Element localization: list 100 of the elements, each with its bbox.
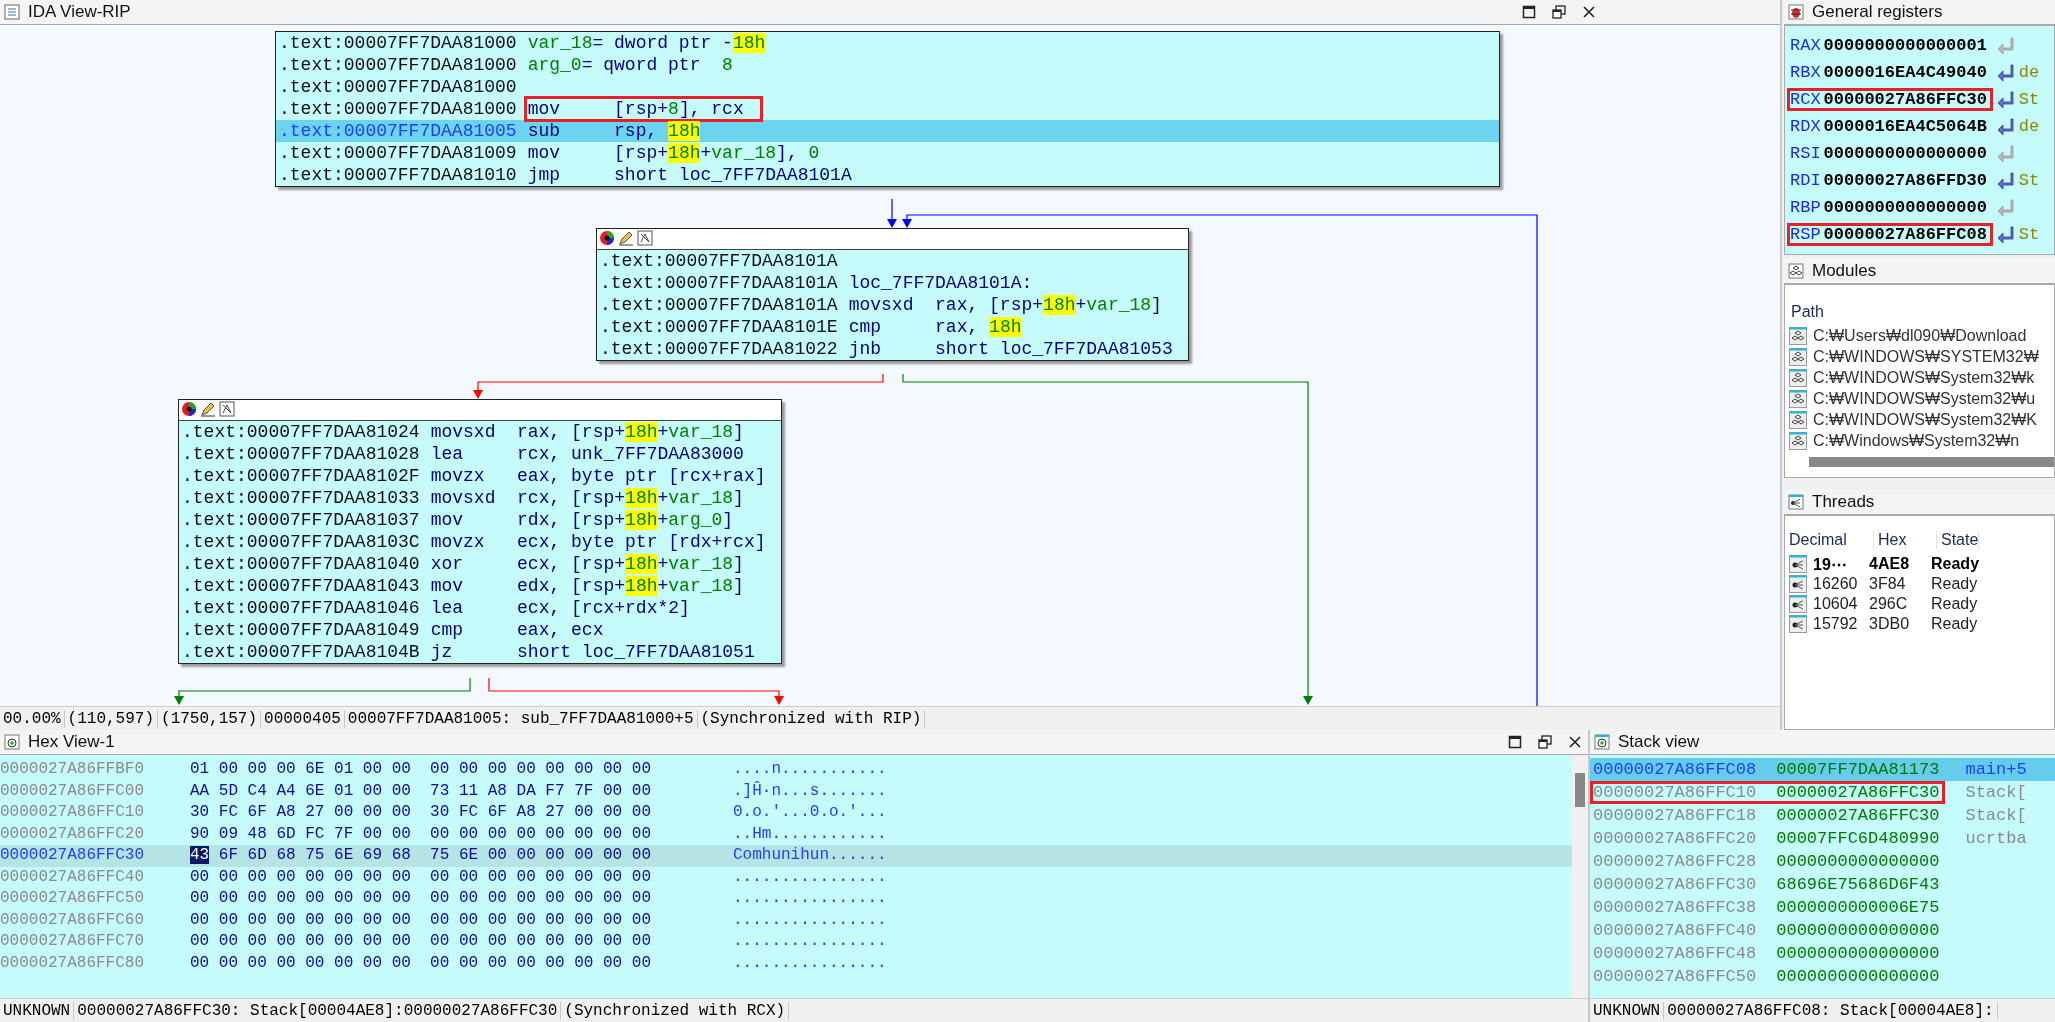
code-line[interactable]: .text:00007FF7DAA81000 mov [rsp+8], rcx: [276, 98, 1499, 120]
thread-id[interactable]: 16260: [1807, 575, 1869, 593]
register-name: RBP: [1790, 198, 1821, 217]
hex-row[interactable]: 0000027A86FFC50 00 00 00 00 00 00 00 00 00 00 00 00 00 00 00 00 ................: [0, 888, 1572, 910]
hex-row[interactable]: 0000027A86FFC20 90 09 48 6D FC 7F 00 00 00 00 00 00 00 00 00 00 ..Hm............: [0, 823, 1572, 845]
instruction: mov [rsp+18h+var_18], 0: [527, 143, 820, 163]
edge-arrow: [887, 198, 897, 228]
hex-row[interactable]: 0000027A86FFBF0 01 00 00 00 6E 01 00 00 00 00 00 00 00 00 00 00 ....n...........: [0, 759, 1572, 781]
stack-row[interactable]: 00000027A86FFC18 00000027A86FFC30 Stack[: [1590, 804, 2055, 827]
stack-address: 00000027A86FFC38: [1593, 898, 1757, 917]
register-value[interactable]: 0000016EA4C5064B: [1823, 117, 1987, 136]
hex-row[interactable]: 0000027A86FFC80 00 00 00 00 00 00 00 00 00 00 00 00 00 00 00 00 ................: [0, 952, 1572, 974]
code-line[interactable]: .text:00007FF7DAA8101E cmp rax, 18h: [597, 316, 1188, 338]
maximize-button[interactable]: [1506, 733, 1524, 751]
stack-address: 00000027A86FFC30: [1593, 875, 1757, 894]
register-value[interactable]: 00000027A86FFD30: [1823, 171, 1987, 190]
code-line[interactable]: .text:00007FF7DAA81043 mov edx, [rsp+18h+var_18]: [179, 575, 781, 597]
code-line[interactable]: .text:00007FF7DAA81028 lea rcx, unk_7FF7DAA83000: [179, 443, 781, 465]
thread-id[interactable]: 15792: [1807, 615, 1869, 633]
color-wheel-icon[interactable]: [599, 230, 615, 246]
stack-row[interactable]: 00000027A86FFC50 0000000000000000: [1590, 965, 2055, 988]
color-wheel-icon[interactable]: [181, 401, 197, 417]
stack-row[interactable]: 00000027A86FFC28 0000000000000000: [1590, 850, 2055, 873]
stack-row[interactable]: 00000027A86FFC08 00007FF7DAA81173 main+5: [1590, 758, 2055, 781]
instruction: lea rcx, unk_7FF7DAA83000: [430, 444, 744, 464]
register-value[interactable]: 0000016EA4C49040: [1823, 63, 1987, 82]
scrollbar[interactable]: [1572, 755, 1588, 998]
code-line[interactable]: .text:00007FF7DAA81049 cmp eax, ecx: [179, 619, 781, 641]
register-value[interactable]: 00000027A86FFC30: [1823, 90, 1987, 109]
return-arrow-icon[interactable]: [1995, 89, 2016, 110]
code-line[interactable]: .text:00007FF7DAA81040 xor ecx, [rsp+18h+var_18]: [179, 553, 781, 575]
code-line[interactable]: .text:00007FF7DAA81000 arg_0= qword ptr 8: [276, 54, 1499, 76]
column-header[interactable]: Decimal: [1785, 531, 1874, 549]
hex-row[interactable]: 0000027A86FFC10 30 FC 6F A8 27 00 00 00 30 FC 6F A8 27 00 00 00 0.o.'...0.o.'...: [0, 802, 1572, 824]
code-line[interactable]: .text:00007FF7DAA81022 jnb short loc_7FF7DAA81053: [597, 338, 1188, 360]
column-header[interactable]: Path: [1785, 285, 2054, 325]
graph-icon[interactable]: [219, 401, 235, 417]
ascii-text: ....n...........: [733, 759, 887, 780]
maximize-button[interactable]: [1520, 3, 1538, 21]
column-header[interactable]: State: [1937, 531, 1980, 549]
hex-row[interactable]: 0000027A86FFC30 43 6F 6D 68 75 6E 69 68 75 6E 00 00 00 00 00 00 Comhunihun......: [0, 845, 1572, 867]
hex-address: 0000027A86FFC20: [0, 823, 146, 845]
cubes-icon: [1788, 263, 1804, 279]
code-line[interactable]: .text:00007FF7DAA81037 mov rdx, [rsp+18h+arg_0]: [179, 509, 781, 531]
column-header[interactable]: Hex: [1874, 531, 1937, 549]
module-path[interactable]: C:₩Users₩dl090₩Download: [1813, 326, 2027, 345]
thread-id[interactable]: 10604: [1807, 595, 1869, 613]
module-path[interactable]: C:₩Windows₩System32₩n: [1813, 431, 2020, 450]
code-line[interactable]: .text:00007FF7DAA81033 movsxd rcx, [rsp+18h+var_18]: [179, 487, 781, 509]
stack-row[interactable]: 00000027A86FFC30 68696E75686D6F43: [1590, 873, 2055, 896]
return-arrow-icon[interactable]: [1995, 224, 2016, 245]
stack-address: 00000027A86FFC40: [1593, 921, 1757, 940]
hex-row[interactable]: 0000027A86FFC70 00 00 00 00 00 00 00 00 00 00 00 00 00 00 00 00 ................: [0, 931, 1572, 953]
code-line[interactable]: .text:00007FF7DAA8103C movzx ecx, byte ptr [rdx+rcx]: [179, 531, 781, 553]
code-line[interactable]: .text:00007FF7DAA81010 jmp short loc_7FF7DAA8101A: [276, 164, 1499, 186]
register-value[interactable]: 0000000000000000: [1823, 198, 1987, 217]
thread-id[interactable]: 19⋯: [1807, 554, 1869, 574]
hex-row[interactable]: 0000027A86FFC60 00 00 00 00 00 00 00 00 00 00 00 00 00 00 00 00 ................: [0, 909, 1572, 931]
code-line[interactable]: .text:00007FF7DAA81046 lea ecx, [rcx+rdx*2]: [179, 597, 781, 619]
stack-row[interactable]: 00000027A86FFC10 00000027A86FFC30 Stack[: [1590, 781, 2055, 804]
hex-row[interactable]: 0000027A86FFC40 00 00 00 00 00 00 00 00 00 00 00 00 00 00 00 00 ................: [0, 866, 1572, 888]
instruction: jnb short loc_7FF7DAA81053: [848, 339, 1173, 359]
stack-row[interactable]: 00000027A86FFC40 0000000000000000: [1590, 919, 2055, 942]
stack-row[interactable]: 00000027A86FFC38 0000000000006E75: [1590, 896, 2055, 919]
ascii-text: ................: [733, 931, 887, 952]
stack-row[interactable]: 00000027A86FFC20 00007FFC6D480990 ucrtba: [1590, 827, 2055, 850]
return-arrow-icon[interactable]: [1995, 62, 2016, 83]
restore-button[interactable]: [1550, 3, 1568, 21]
line-address: .text:00007FF7DAA8101A: [600, 250, 838, 272]
pencil-icon[interactable]: [200, 401, 216, 417]
graph-icon[interactable]: [637, 230, 653, 246]
scrollbar[interactable]: [1809, 457, 2054, 467]
code-line[interactable]: .text:00007FF7DAA81024 movsxd rax, [rsp+18h+var_18]: [179, 421, 781, 443]
code-line[interactable]: .text:00007FF7DAA8104B jz short loc_7FF7DAA81051: [179, 641, 781, 663]
code-line[interactable]: .text:00007FF7DAA81009 mov [rsp+18h+var_18], 0: [276, 142, 1499, 164]
code-line[interactable]: .text:00007FF7DAA8101A: [597, 250, 1188, 272]
ascii-text: ..Hm............: [733, 823, 887, 845]
status-text: (1750,157): [158, 709, 262, 728]
return-arrow-icon[interactable]: [1995, 170, 2016, 191]
return-arrow-icon[interactable]: [1995, 116, 2016, 137]
module-path[interactable]: C:₩WINDOWS₩System32₩K: [1813, 410, 2037, 429]
code-line[interactable]: .text:00007FF7DAA8101A loc_7FF7DAA8101A:: [597, 272, 1188, 294]
instruction: sub rsp, 18h: [527, 121, 701, 141]
pencil-icon[interactable]: [618, 230, 634, 246]
module-path[interactable]: C:₩WINDOWS₩SYSTEM32₩: [1813, 347, 2039, 366]
module-path[interactable]: C:₩WINDOWS₩System32₩u: [1813, 389, 2036, 408]
module-path[interactable]: C:₩WINDOWS₩System32₩k: [1813, 368, 2035, 387]
register-value[interactable]: 00000027A86FFC08: [1823, 225, 1987, 244]
restore-button[interactable]: [1536, 733, 1554, 751]
code-line[interactable]: .text:00007FF7DAA8102F movzx eax, byte ptr [rcx+rax]: [179, 465, 781, 487]
code-line[interactable]: .text:00007FF7DAA81000 var_18= dword ptr -18h: [276, 32, 1499, 54]
register-hint: de: [2018, 63, 2040, 82]
line-address: .text:00007FF7DAA81046: [182, 597, 420, 619]
stack-row[interactable]: 00000027A86FFC48 0000000000000000: [1590, 942, 2055, 965]
code-line[interactable]: .text:00007FF7DAA8101A movsxd rax, [rsp+18h+var_18]: [597, 294, 1188, 316]
hex-row[interactable]: 0000027A86FFC00 AA 5D C4 A4 6E 01 00 00 73 11 A8 DA F7 7F 00 00 .]Ĥ·n...s.......: [0, 780, 1572, 802]
register-value[interactable]: 0000000000000000: [1823, 144, 1987, 163]
cubes-icon: [1789, 410, 1807, 429]
code-line[interactable]: .text:00007FF7DAA81000: [276, 76, 1499, 98]
register-value[interactable]: 0000000000000001: [1823, 36, 1987, 55]
